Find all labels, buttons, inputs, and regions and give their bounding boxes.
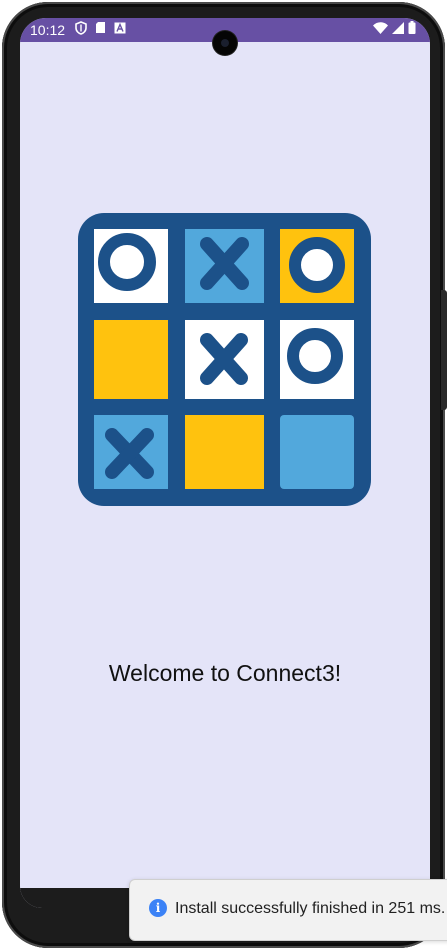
info-icon: i xyxy=(149,899,167,917)
toast-message: Install successfully finished in 251 ms. xyxy=(175,900,446,917)
signal-icon xyxy=(392,21,404,39)
sim-card-icon xyxy=(95,21,106,39)
board-cell-2-1 xyxy=(94,320,168,399)
welcome-text: Welcome to Connect3! xyxy=(108,660,342,686)
install-notification-toast[interactable]: i Install successfully finished in 251 m… xyxy=(129,879,447,941)
power-button xyxy=(441,290,447,410)
board-cell-3-2 xyxy=(185,415,264,489)
front-camera xyxy=(213,31,237,55)
status-icons-left xyxy=(75,20,126,40)
status-icons-right xyxy=(373,21,416,39)
shield-icon xyxy=(75,20,87,40)
wifi-icon xyxy=(373,21,388,39)
status-time: 10:12 xyxy=(30,22,66,38)
battery-icon xyxy=(408,21,416,39)
board-cell-3-3 xyxy=(280,415,354,489)
phone-screen: 10:12 Welcome to Connect3! xyxy=(20,18,430,908)
keyboard-a-icon xyxy=(114,21,126,39)
connect3-logo xyxy=(78,213,371,506)
o-mark-icon xyxy=(289,237,345,293)
